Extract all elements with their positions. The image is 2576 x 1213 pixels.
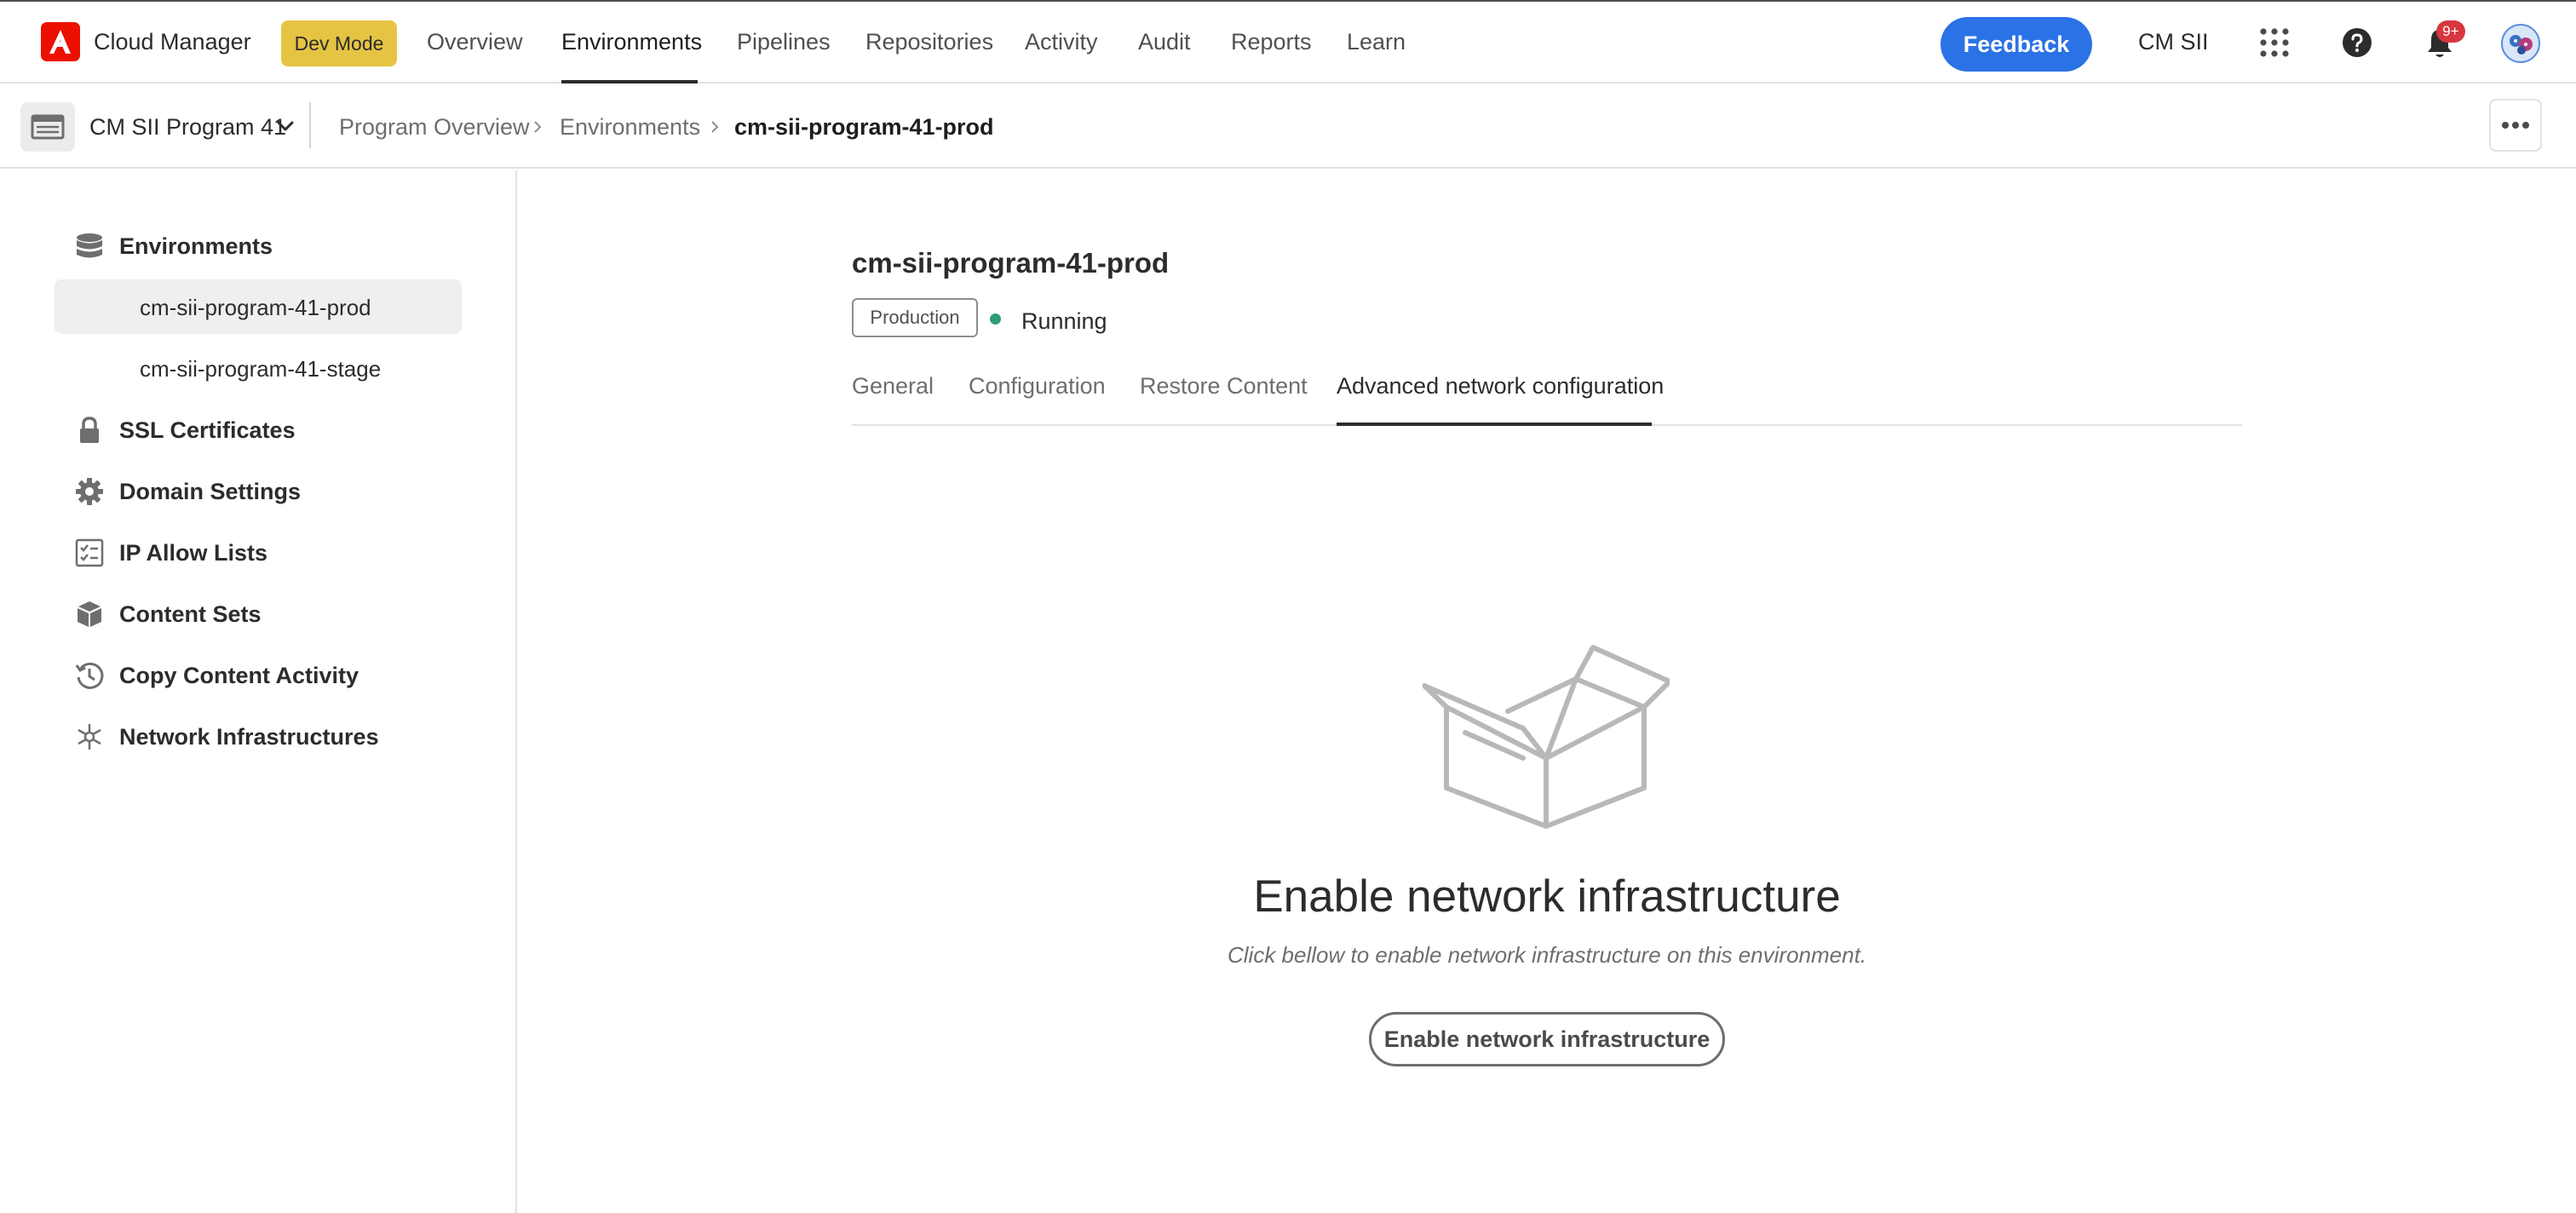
status-dot [990,313,1001,325]
nav-audit[interactable]: Audit [1138,29,1191,55]
sidebar-item-label: SSL Certificates [119,417,296,443]
sidebar-env-label: cm-sii-program-41-stage [140,356,382,382]
sidebar-item-ssl-certificates[interactable]: SSL Certificates [0,402,517,457]
top-navigation-bar: Cloud Manager Dev Mode Overview Environm… [0,0,2576,83]
program-icon [20,102,75,152]
nav-pipelines[interactable]: Pipelines [737,29,831,55]
history-icon [75,661,104,690]
nav-learn[interactable]: Learn [1347,29,1406,55]
sidebar-env-label: cm-sii-program-41-prod [140,295,371,320]
sidebar-item-label: IP Allow Lists [119,540,268,566]
apps-grid-icon[interactable] [2259,27,2290,58]
program-switcher[interactable]: CM SII Program 41 [89,114,286,141]
sidebar-item-label: Content Sets [119,601,262,627]
status-text: Running [1021,308,1107,334]
nav-reports[interactable]: Reports [1231,29,1312,55]
nav-activity[interactable]: Activity [1025,29,1098,55]
checklist-icon [75,538,104,567]
sidebar-item-label: Copy Content Activity [119,663,359,688]
app-name[interactable]: Cloud Manager [94,29,251,55]
open-box-icon [1422,643,1672,835]
chevron-down-icon[interactable] [276,118,295,135]
lock-icon [75,416,104,445]
chevron-right-icon [532,118,543,136]
database-icon [75,232,104,261]
empty-state-description: Click bellow to enable network infrastru… [1227,942,1867,968]
chevron-right-icon [709,118,721,136]
sidebar-item-network-infrastructures[interactable]: Network Infrastructures [0,709,517,763]
nav-overview[interactable]: Overview [427,29,523,55]
tab-general[interactable]: General [852,373,934,400]
sidebar-env-prod[interactable]: cm-sii-program-41-prod [55,279,462,334]
dev-mode-badge[interactable]: Dev Mode [281,20,397,66]
nav-repositories[interactable]: Repositories [865,29,993,55]
program-breadcrumb-bar: CM SII Program 41 Program Overview Envir… [0,83,2576,169]
notification-badge: 9+ [2436,20,2465,43]
gear-icon [75,477,104,506]
breadcrumb-current: cm-sii-program-41-prod [734,114,994,140]
breadcrumb-environments[interactable]: Environments [560,114,700,141]
sidebar-item-label: Environments [119,233,273,259]
more-icon [2502,122,2529,129]
sidebar: Environments cm-sii-program-41-prod cm-s… [0,170,517,1213]
environment-type-tag: Production [852,298,978,337]
sidebar-item-content-sets[interactable]: Content Sets [0,586,517,641]
page-title: cm-sii-program-41-prod [852,247,1170,279]
more-actions-button[interactable] [2489,99,2542,152]
sidebar-item-label: Domain Settings [119,479,302,504]
sidebar-item-ip-allow-lists[interactable]: IP Allow Lists [0,525,517,579]
help-icon[interactable] [2342,27,2372,58]
sidebar-item-label: Network Infrastructures [119,724,379,750]
active-tab-indicator [1337,423,1652,426]
divider [309,102,311,148]
enable-network-infrastructure-button[interactable]: Enable network infrastructure [1369,1012,1725,1066]
adobe-logo-icon[interactable] [41,22,80,61]
avatar[interactable] [2501,24,2540,63]
tab-restore-content[interactable]: Restore Content [1140,373,1308,400]
org-switcher[interactable]: CM SII [2138,29,2209,55]
tab-advanced-network-configuration[interactable]: Advanced network configuration [1337,373,1664,400]
sidebar-item-copy-content-activity[interactable]: Copy Content Activity [0,647,517,702]
sidebar-item-environments[interactable]: Environments [0,218,517,273]
feedback-button[interactable]: Feedback [1941,17,2092,72]
breadcrumb-program-overview[interactable]: Program Overview [339,114,530,141]
network-icon [75,722,104,751]
empty-state-heading: Enable network infrastructure [1253,871,1841,922]
boxes-icon [75,600,104,629]
tab-configuration[interactable]: Configuration [969,373,1106,400]
sidebar-item-domain-settings[interactable]: Domain Settings [0,463,517,518]
sidebar-env-stage[interactable]: cm-sii-program-41-stage [55,341,462,395]
nav-environments[interactable]: Environments [561,29,702,55]
